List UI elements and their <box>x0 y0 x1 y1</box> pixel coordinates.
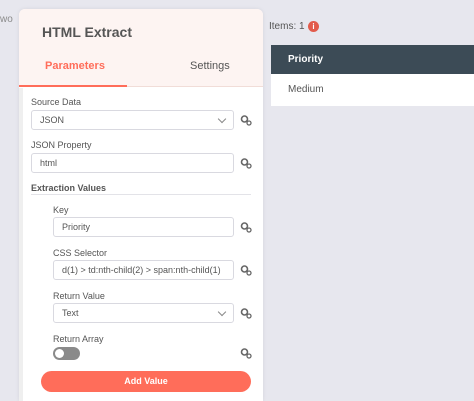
gear-icon[interactable] <box>240 347 252 359</box>
items-count: Items: 1 <box>269 21 305 32</box>
active-tab-indicator <box>19 85 127 87</box>
panel-scroll-strip <box>19 88 23 401</box>
json-property-label: JSON Property <box>31 140 92 150</box>
source-data-label: Source Data <box>31 97 82 107</box>
gear-icon[interactable] <box>240 114 252 126</box>
gear-icon[interactable] <box>240 157 252 169</box>
return-value-select[interactable]: Text <box>53 303 234 323</box>
add-value-button[interactable]: Add Value <box>41 371 251 392</box>
gear-icon[interactable] <box>240 264 252 276</box>
key-label: Key <box>53 205 69 215</box>
toggle-knob <box>55 349 64 358</box>
table-cell: Medium <box>271 74 474 106</box>
panel-header: HTML Extract Parameters Settings <box>19 9 263 87</box>
gear-icon[interactable] <box>240 221 252 233</box>
key-input[interactable]: Priority <box>53 217 234 237</box>
chevron-down-icon <box>217 114 227 124</box>
output-table: Priority Medium <box>271 45 474 106</box>
source-data-select[interactable]: JSON <box>31 110 234 130</box>
source-data-value: JSON <box>40 115 65 125</box>
background-node-text: wo <box>0 14 13 25</box>
chevron-down-icon <box>217 307 227 317</box>
section-divider <box>31 194 251 195</box>
extraction-values-title: Extraction Values <box>31 183 107 193</box>
return-array-label: Return Array <box>53 334 104 344</box>
gear-icon[interactable] <box>240 307 252 319</box>
css-selector-input[interactable]: d(1) > td:nth-child(2) > span:nth-child(… <box>53 260 234 280</box>
return-array-toggle[interactable] <box>53 347 80 360</box>
tab-parameters[interactable]: Parameters <box>45 60 105 72</box>
node-title: HTML Extract <box>42 24 132 40</box>
tab-settings[interactable]: Settings <box>190 60 230 72</box>
json-property-input[interactable]: html <box>31 153 234 173</box>
info-icon[interactable]: i <box>308 21 319 32</box>
table-header-priority: Priority <box>271 45 474 74</box>
return-value-value: Text <box>62 308 79 318</box>
return-value-label: Return Value <box>53 291 105 301</box>
node-parameters-panel: HTML Extract Parameters Settings Source … <box>19 9 263 401</box>
css-selector-label: CSS Selector <box>53 248 108 258</box>
